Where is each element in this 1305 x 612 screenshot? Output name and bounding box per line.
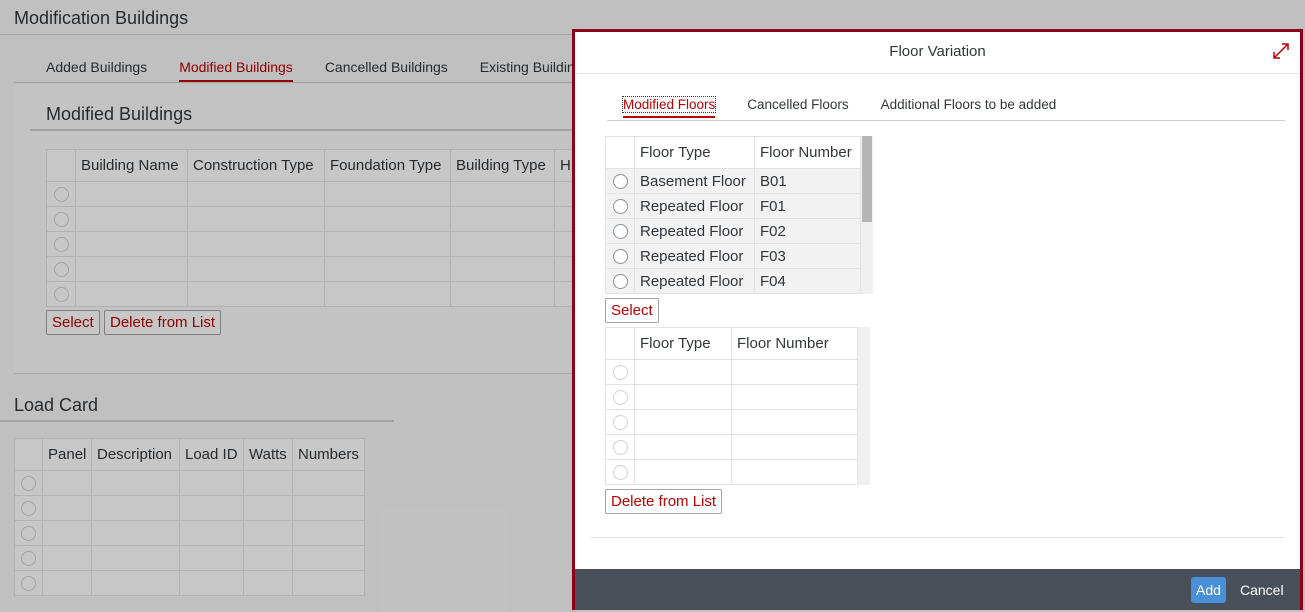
content-divider <box>591 537 1285 538</box>
floor-type-cell: Repeated Floor <box>634 268 755 294</box>
row-radio[interactable] <box>612 174 628 190</box>
table-header-row: Floor Type Floor Number <box>605 327 858 360</box>
row-radio[interactable] <box>612 465 628 481</box>
expand-icon[interactable] <box>1272 42 1290 60</box>
floor-target-table: Floor Type Floor Number <box>605 327 858 485</box>
table-row[interactable]: Basement Floor B01 <box>605 168 861 194</box>
row-radio[interactable] <box>612 249 628 265</box>
tabs-divider <box>607 120 1285 121</box>
row-radio[interactable] <box>612 390 628 406</box>
floor-variation-dialog: Floor Variation Modified Floors Cancelle… <box>572 29 1303 610</box>
select-button[interactable]: Select <box>605 298 659 323</box>
table-row[interactable]: Repeated Floor F02 <box>605 218 861 244</box>
table-row[interactable] <box>605 459 858 485</box>
row-radio[interactable] <box>612 440 628 456</box>
column-header: Floor Number <box>731 327 858 360</box>
table-row[interactable]: Repeated Floor F01 <box>605 193 861 219</box>
column-header: Floor Number <box>754 136 861 169</box>
column-header: Floor Type <box>634 327 732 360</box>
floor-type-cell: Repeated Floor <box>634 218 755 244</box>
floor-type-cell: Repeated Floor <box>634 193 755 219</box>
select-column-header <box>605 327 635 360</box>
row-radio[interactable] <box>612 415 628 431</box>
table-row[interactable] <box>605 384 858 410</box>
floor-number-cell: B01 <box>754 168 861 194</box>
row-radio[interactable] <box>612 199 628 215</box>
tab-modified-floors[interactable]: Modified Floors <box>621 96 717 118</box>
dialog-header: Floor Variation <box>575 32 1300 74</box>
table-row[interactable] <box>605 409 858 435</box>
tab-cancelled-floors[interactable]: Cancelled Floors <box>747 97 848 118</box>
floor-number-cell: F04 <box>754 268 861 294</box>
floor-number-cell: F02 <box>754 218 861 244</box>
floor-number-cell: F01 <box>754 193 861 219</box>
floor-source-table: Floor Type Floor Number Basement Floor B0… <box>605 136 861 294</box>
target-table-scrollbar[interactable] <box>857 327 870 485</box>
table-row[interactable] <box>605 359 858 385</box>
select-column-header <box>605 136 635 169</box>
source-table-scrollbar[interactable] <box>860 136 873 294</box>
floor-type-cell: Basement Floor <box>634 168 755 194</box>
row-radio[interactable] <box>612 274 628 290</box>
table-row[interactable]: Repeated Floor F03 <box>605 243 861 269</box>
tab-label: Modified Floors <box>621 96 717 113</box>
column-header: Floor Type <box>634 136 755 169</box>
floor-type-cell: Repeated Floor <box>634 243 755 269</box>
floor-number-cell: F03 <box>754 243 861 269</box>
row-radio[interactable] <box>612 224 628 240</box>
delete-from-list-button[interactable]: Delete from List <box>605 489 723 514</box>
floor-tabs: Modified Floors Cancelled Floors Additio… <box>621 96 1057 118</box>
table-header-row: Floor Type Floor Number <box>605 136 861 169</box>
scrollbar-thumb[interactable] <box>862 136 872 222</box>
dialog-title: Floor Variation <box>889 43 986 60</box>
tab-additional-floors[interactable]: Additional Floors to be added <box>881 97 1057 118</box>
row-radio[interactable] <box>612 365 628 381</box>
cancel-button[interactable]: Cancel <box>1236 577 1288 603</box>
table-row[interactable]: Repeated Floor F04 <box>605 268 861 294</box>
dialog-footer: Add Cancel <box>575 569 1300 610</box>
add-button[interactable]: Add <box>1191 577 1226 603</box>
table-row[interactable] <box>605 434 858 460</box>
